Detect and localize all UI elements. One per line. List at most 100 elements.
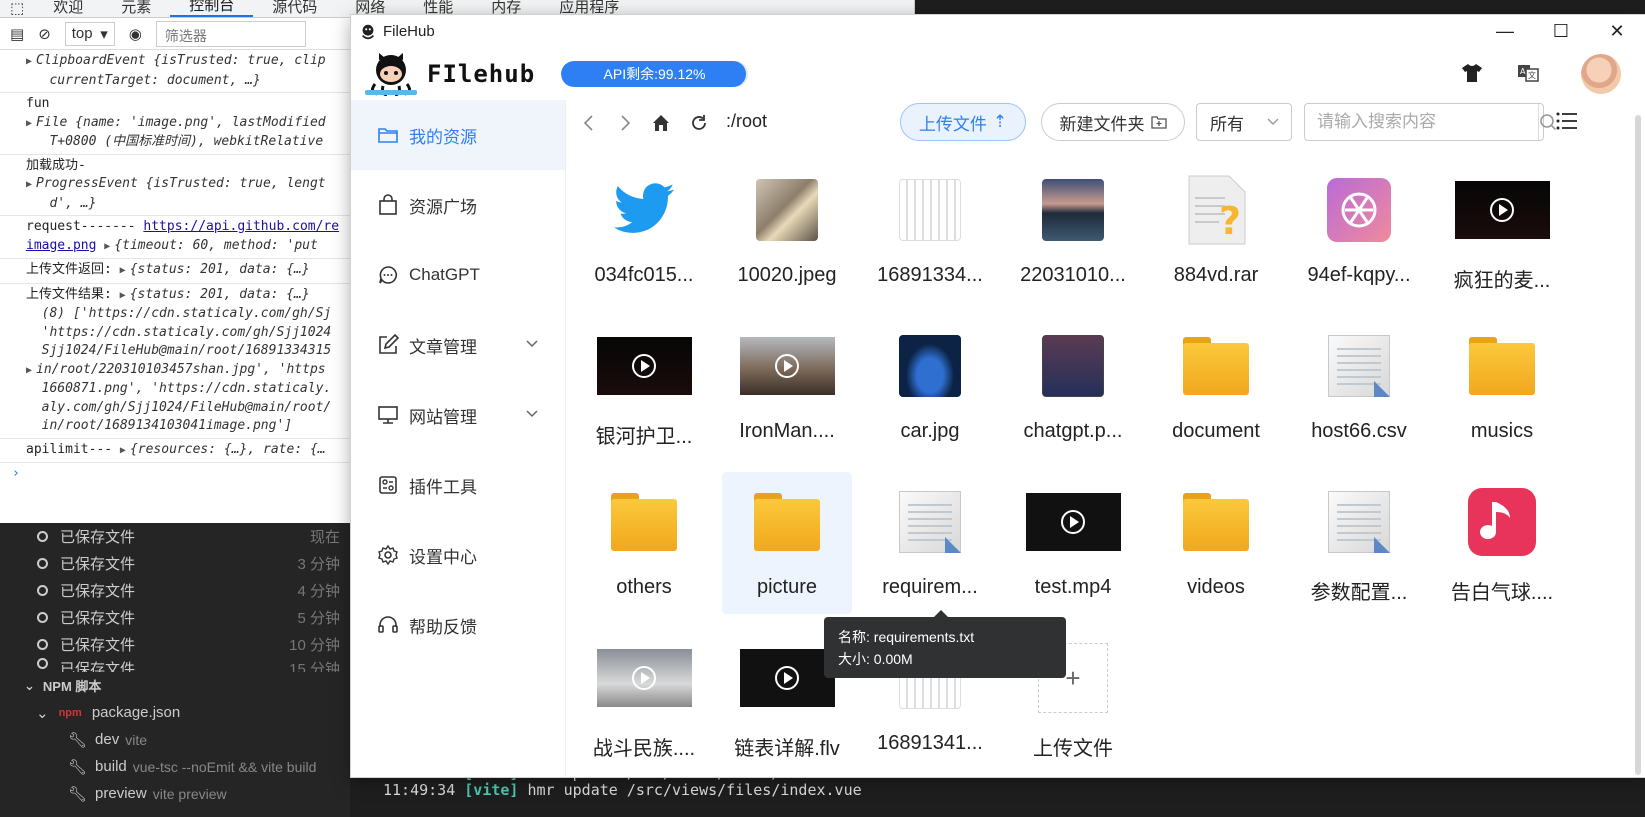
devtools-inspect-icon[interactable]: ⬚	[0, 1, 34, 17]
sidebar-item-chatgpt[interactable]: ChatGPT	[351, 240, 565, 310]
refresh-button[interactable]	[686, 110, 712, 136]
tshirt-icon[interactable]	[1459, 60, 1485, 86]
sidebar-item-my-resources[interactable]: 我的资源	[351, 100, 565, 170]
console-link[interactable]: https://api.github.com/re	[143, 219, 339, 234]
expand-arrow-icon[interactable]: ▶	[26, 365, 32, 376]
npm-scripts-header[interactable]: ⌄ NPM 脚本	[0, 672, 350, 699]
folder-item[interactable]: document	[1151, 316, 1281, 458]
file-item[interactable]: 16891334...	[865, 160, 995, 302]
folder-item[interactable]: videos	[1151, 472, 1281, 614]
home-button[interactable]	[648, 110, 674, 136]
thumbnail	[579, 160, 709, 260]
tab-welcome[interactable]: 欢迎	[34, 0, 102, 17]
folder-item[interactable]: musics	[1437, 316, 1567, 458]
window-title: FileHub	[383, 23, 435, 40]
file-type-select[interactable]: 所有	[1196, 103, 1292, 141]
file-name: 16891341...	[877, 732, 983, 754]
wrench-icon: 🔧︎	[68, 758, 88, 776]
timeline-item[interactable]: 已保存文件 5 分钟	[0, 604, 350, 631]
sidebar-item-help-feedback[interactable]: 帮助反馈	[351, 590, 565, 660]
expand-arrow-icon[interactable]: ▶	[26, 179, 32, 190]
avatar[interactable]	[1581, 54, 1621, 94]
scrollbar[interactable]	[1635, 115, 1641, 775]
console-filter-input[interactable]: 筛选器	[155, 20, 306, 47]
file-item[interactable]: 银河护卫...	[579, 316, 709, 458]
expand-arrow-icon[interactable]: ▶	[120, 445, 126, 456]
timeline-item[interactable]: 已保存文件 10 分钟	[0, 631, 350, 658]
expand-arrow-icon[interactable]: ▶	[104, 241, 110, 252]
api-quota-label: API剩余:99.12%	[603, 66, 706, 82]
expand-arrow-icon[interactable]: ▶	[120, 290, 126, 301]
tab-console[interactable]: 控制台	[170, 0, 254, 17]
timeline-item[interactable]: 已保存文件 现在	[0, 523, 350, 550]
forward-button[interactable]	[612, 110, 638, 136]
list-view-button[interactable]	[1556, 111, 1578, 136]
context-select[interactable]: top ▾	[64, 21, 115, 46]
file-item[interactable]: 94ef-kqpy...	[1294, 160, 1424, 302]
folder-item[interactable]: picture	[722, 472, 852, 614]
file-item[interactable]: 疯狂的麦...	[1437, 160, 1567, 302]
thumbnail	[579, 628, 709, 728]
sidebar-item-article-management[interactable]: 文章管理	[351, 310, 565, 380]
sidebar-item-plugin-tools[interactable]: 插件工具	[351, 450, 565, 520]
main-content: :/root 上传文件⇡ 新建文件夹 所有 034fc015...10020.j…	[566, 100, 1645, 777]
sidebar-item-settings[interactable]: 设置中心	[351, 520, 565, 590]
sidebar-item-resource-square[interactable]: 资源广场	[351, 170, 565, 240]
file-item[interactable]: 034fc015...	[579, 160, 709, 302]
chevron-down-icon: ⌄	[24, 677, 35, 693]
sidebar-toggle-icon[interactable]: ▤	[10, 25, 24, 43]
search-box	[1304, 103, 1557, 141]
thumbnail	[579, 472, 709, 572]
play-icon	[1061, 510, 1085, 534]
upload-file-button[interactable]: 上传文件 ⇡	[900, 103, 1026, 141]
file-name: picture	[756, 576, 818, 598]
file-item[interactable]: 战斗民族....	[579, 628, 709, 770]
npm-script-build[interactable]: 🔧︎ build vue-tsc --noEmit && vite build	[0, 753, 350, 780]
expand-arrow-icon[interactable]: ▶	[26, 56, 32, 67]
file-item[interactable]: 10020.jpeg	[722, 160, 852, 302]
expand-arrow-icon[interactable]: ▶	[26, 118, 32, 129]
maximize-button[interactable]: ☐	[1533, 15, 1589, 48]
back-button[interactable]	[576, 110, 602, 136]
translate-icon[interactable]: A文	[1515, 60, 1541, 86]
file-item[interactable]: 参数配置...	[1294, 472, 1424, 614]
clear-console-icon[interactable]: ⊘	[38, 25, 51, 43]
brand: FIlehub	[351, 52, 551, 96]
file-item[interactable]: car.jpg	[865, 316, 995, 458]
eye-icon[interactable]: ◉	[129, 25, 142, 43]
search-input[interactable]	[1305, 104, 1538, 140]
timeline-item[interactable]: 已保存文件 15 分钟	[0, 658, 350, 672]
search-button[interactable]	[1538, 104, 1557, 140]
tab-sources[interactable]: 源代码	[253, 0, 336, 17]
timeline-item[interactable]: 已保存文件 3 分钟	[0, 550, 350, 577]
file-name: 884vd.rar	[1173, 264, 1259, 286]
file-name: 94ef-kqpy...	[1307, 264, 1411, 286]
console-link[interactable]: image.png	[26, 238, 96, 253]
folder-item[interactable]: others	[579, 472, 709, 614]
npm-script-preview[interactable]: 🔧︎ preview vite preview	[0, 780, 350, 807]
close-button[interactable]: ✕	[1589, 15, 1645, 48]
npm-script-dev[interactable]: 🔧︎ dev vite	[0, 726, 350, 753]
chevron-down-icon	[526, 410, 538, 418]
file-item[interactable]: host66.csv	[1294, 316, 1424, 458]
file-item[interactable]: 告白气球....	[1437, 472, 1567, 614]
twitter-bird-icon	[613, 183, 675, 233]
sidebar-item-site-management[interactable]: 网站管理	[351, 380, 565, 450]
file-item[interactable]: test.mp4	[1008, 472, 1138, 614]
file-item[interactable]: ? 884vd.rar	[1151, 160, 1281, 302]
tooltip-filesize: 大小: 0.00M	[838, 651, 913, 667]
circle-icon	[37, 558, 48, 569]
expand-arrow-icon[interactable]: ▶	[120, 265, 126, 276]
file-item[interactable]: 22031010...	[1008, 160, 1138, 302]
timeline-item[interactable]: 已保存文件 4 分钟	[0, 577, 350, 604]
file-item[interactable]: requirem...	[865, 472, 995, 614]
thumbnail	[1437, 160, 1567, 260]
new-folder-button[interactable]: 新建文件夹	[1041, 103, 1185, 141]
refresh-icon	[692, 115, 706, 130]
tab-elements[interactable]: 元素	[102, 0, 170, 17]
package-json-item[interactable]: ⌄ npm package.json	[0, 699, 350, 726]
minimize-button[interactable]: —	[1477, 15, 1533, 48]
file-name: IronMan....	[739, 420, 835, 442]
file-item[interactable]: chatgpt.p...	[1008, 316, 1138, 458]
file-item[interactable]: IronMan....	[722, 316, 852, 458]
